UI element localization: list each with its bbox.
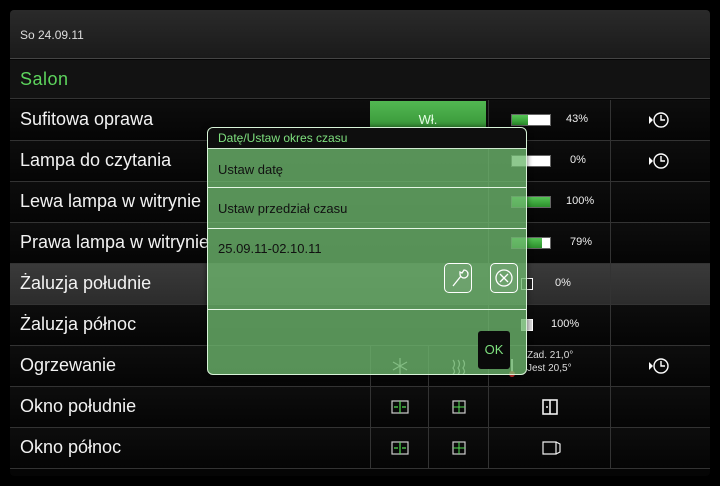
row-label: Żaluzja południe bbox=[20, 273, 152, 293]
range-row: 25.09.11-02.10.11 bbox=[208, 229, 526, 310]
timer-cell[interactable] bbox=[610, 346, 710, 386]
list-item-okno-poludnie[interactable]: Okno południe bbox=[10, 387, 710, 428]
level-text: 100% bbox=[551, 318, 580, 330]
set-range-label: Ustaw przedział czasu bbox=[218, 201, 348, 216]
cancel-icon[interactable] bbox=[490, 263, 518, 293]
wrench-icon[interactable] bbox=[444, 263, 472, 293]
state-cell bbox=[488, 428, 611, 468]
app-frame: So 24.09.11 Salon Sufitowa oprawa Wł. 43… bbox=[10, 10, 710, 476]
temp-readout: Zad. 21,0° Jest 20,5° bbox=[527, 349, 573, 375]
row-label: Okno południe bbox=[20, 396, 137, 416]
timer-cell bbox=[610, 305, 710, 345]
timer-cell bbox=[610, 182, 710, 222]
timer-cell bbox=[610, 223, 710, 263]
row-label: Okno północ bbox=[20, 437, 122, 457]
window-closed-icon bbox=[540, 397, 560, 417]
timer-cell[interactable] bbox=[610, 100, 710, 140]
row-label: Prawa lampa w witrynie bbox=[20, 232, 210, 252]
level-text: 0% bbox=[555, 277, 571, 289]
row-label: Lampa do czytania bbox=[20, 150, 172, 170]
row-label: Lewa lampa w witrynie bbox=[20, 191, 202, 211]
timer-cell bbox=[610, 428, 710, 468]
window-tilt-icon[interactable] bbox=[449, 438, 469, 458]
window-frame-icon bbox=[540, 438, 562, 458]
dialog-header: Datę/Ustaw okres czasu bbox=[208, 128, 526, 149]
setpoint-text: Zad. 21,0° bbox=[527, 350, 574, 361]
clock-icon[interactable] bbox=[647, 355, 669, 377]
window-open-icon[interactable] bbox=[390, 438, 410, 458]
mode-cell[interactable] bbox=[370, 428, 429, 468]
status-bar: So 24.09.11 bbox=[10, 10, 710, 59]
set-range-item[interactable]: Ustaw przedział czasu bbox=[208, 188, 526, 229]
set-date-label: Ustaw datę bbox=[218, 162, 284, 177]
mode-cell[interactable] bbox=[428, 387, 489, 427]
list-item-okno-polnoc[interactable]: Okno północ bbox=[10, 428, 710, 469]
timer-cell bbox=[610, 387, 710, 427]
room-header: Salon bbox=[10, 60, 710, 99]
level-text: 43% bbox=[566, 113, 589, 125]
level-bar bbox=[511, 114, 551, 126]
row-label: Żaluzja północ bbox=[20, 314, 137, 334]
date-range-dialog: Datę/Ustaw okres czasu Ustaw datę Ustaw … bbox=[207, 127, 527, 375]
level-text: 79% bbox=[570, 236, 593, 248]
mode-cell[interactable] bbox=[370, 387, 429, 427]
window-open-icon[interactable] bbox=[390, 397, 410, 417]
level-fill bbox=[512, 115, 529, 125]
date-display: So 24.09.11 bbox=[20, 28, 84, 42]
ok-button[interactable]: OK bbox=[478, 331, 510, 369]
window-tilt-icon[interactable] bbox=[449, 397, 469, 417]
row-label: Sufitowa oprawa bbox=[20, 109, 154, 129]
level-text: 100% bbox=[566, 195, 595, 207]
row-label: Ogrzewanie bbox=[20, 355, 117, 375]
range-text: 25.09.11-02.10.11 bbox=[218, 241, 322, 256]
level-text: 0% bbox=[570, 154, 586, 166]
timer-cell[interactable] bbox=[610, 141, 710, 181]
mode-cell[interactable] bbox=[428, 428, 489, 468]
actual-text: Jest 20,5° bbox=[527, 363, 572, 374]
clock-icon[interactable] bbox=[647, 109, 669, 131]
clock-icon[interactable] bbox=[647, 150, 669, 172]
state-cell bbox=[488, 387, 611, 427]
dialog-title: Datę/Ustaw okres czasu bbox=[218, 131, 348, 145]
timer-cell bbox=[610, 264, 710, 304]
set-date-item[interactable]: Ustaw datę bbox=[208, 149, 526, 188]
room-title: Salon bbox=[20, 69, 69, 89]
